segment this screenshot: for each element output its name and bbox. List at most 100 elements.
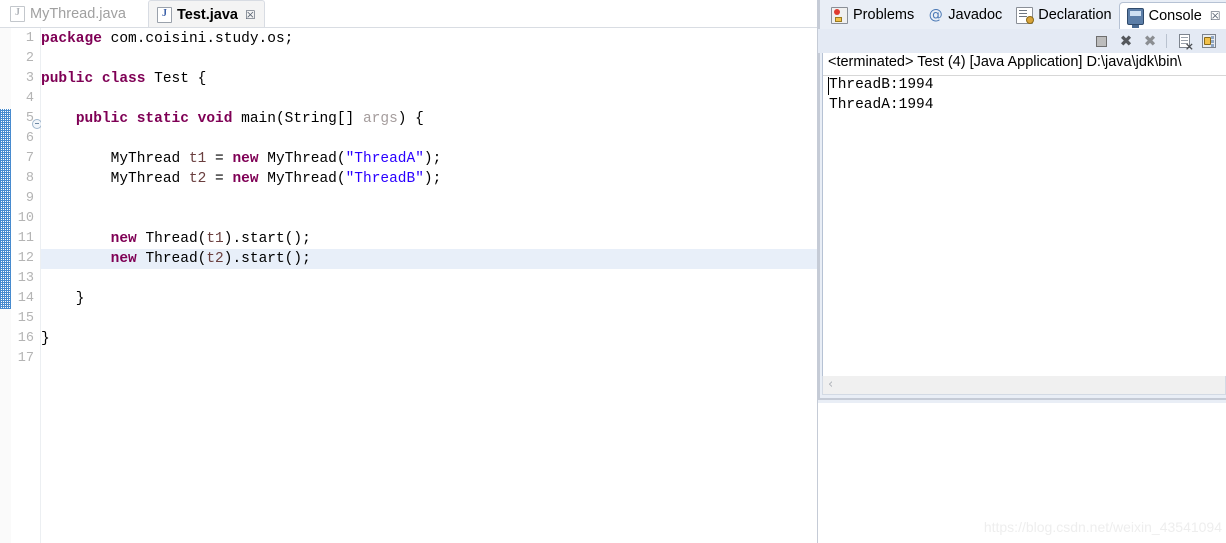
line-number: 10 <box>17 211 34 226</box>
console-bottom-edge <box>818 398 1226 400</box>
code-token: com.coisini.study.os; <box>110 31 294 47</box>
code-token: ).start(); <box>223 251 311 267</box>
code-token: ); <box>423 171 442 187</box>
editor-tab-test[interactable]: Test.java ☒ <box>148 0 265 29</box>
code-token: "ThreadA" <box>345 151 424 167</box>
console-view: Problems @ Javadoc Declaration Console ☒… <box>818 0 1226 403</box>
code-token: } <box>41 291 85 307</box>
line-number: 2 <box>25 51 34 66</box>
tab-label: Problems <box>853 7 915 23</box>
java-editor-area: MyThread.java Test.java ☒ 12345678910111… <box>0 0 818 543</box>
line-number: 14 <box>17 291 34 306</box>
code-token: t1 <box>188 151 207 167</box>
tab-console[interactable]: Console ☒ <box>1118 2 1226 29</box>
editor-tab-label: MyThread.java <box>30 6 126 22</box>
code-token: Test { <box>154 71 207 87</box>
tab-declaration[interactable]: Declaration <box>1009 2 1118 28</box>
code-token: MyThread( <box>267 171 346 187</box>
code-line: public class Test { <box>41 69 206 89</box>
remove-launch-icon: ✖ <box>1119 32 1133 50</box>
line-number: 3 <box>25 71 34 86</box>
code-line: package com.coisini.study.os; <box>41 29 293 49</box>
code-token: t2 <box>206 251 224 267</box>
line-number: 9 <box>25 191 34 206</box>
editor-tab-bar: MyThread.java Test.java ☒ <box>0 0 818 29</box>
console-left-edge <box>818 0 820 400</box>
code-token: new <box>110 251 146 267</box>
line-number: 8 <box>25 171 34 186</box>
code-token: "ThreadB" <box>345 171 424 187</box>
problems-icon <box>831 6 848 24</box>
line-number: 13 <box>17 271 34 286</box>
line-number: 4 <box>25 91 34 106</box>
declaration-icon <box>1016 6 1035 24</box>
terminate-icon <box>1096 36 1107 47</box>
code-line: new Thread(t1).start(); <box>41 229 311 249</box>
java-file-icon <box>10 5 25 22</box>
console-icon <box>1126 8 1144 28</box>
scroll-lock-icon <box>1202 34 1216 48</box>
code-token: new <box>232 171 268 187</box>
clear-console-icon <box>1179 34 1194 53</box>
code-token: public class <box>41 71 155 87</box>
console-output-area[interactable]: <terminated> Test (4) [Java Application]… <box>822 53 1226 383</box>
console-header-divider <box>823 75 1226 76</box>
code-line: } <box>41 329 50 349</box>
code-token: new <box>110 231 146 247</box>
terminate-button[interactable] <box>1092 32 1112 50</box>
code-token: } <box>41 331 50 347</box>
scroll-lock-button[interactable] <box>1199 32 1219 50</box>
code-token: package <box>41 31 111 47</box>
code-token: public static void <box>75 111 242 127</box>
code-token: MyThread <box>41 171 189 187</box>
line-number: 11 <box>17 231 34 246</box>
console-output-line: ThreadB:1994 <box>829 77 934 93</box>
code-token: main(String[] <box>241 111 363 127</box>
close-icon[interactable]: ☒ <box>1210 9 1221 23</box>
scroll-left-icon[interactable]: ‹ <box>828 378 833 392</box>
code-token: MyThread( <box>267 151 346 167</box>
code-line: public static void main(String[] args) { <box>41 109 424 129</box>
code-line: } <box>41 289 85 309</box>
line-number-gutter: 1 2 3 4 5 6 7 8 9 10 11 12 13 14 15 16 17 <box>11 28 41 543</box>
console-process-header: <terminated> Test (4) [Java Application]… <box>828 54 1182 70</box>
code-token: = <box>206 151 233 167</box>
clear-console-button[interactable] <box>1175 32 1195 53</box>
code-line: MyThread t1 = new MyThread("ThreadA"); <box>41 149 442 169</box>
tab-label: Console <box>1148 8 1202 24</box>
line-number: 16 <box>17 331 34 346</box>
editor-tab-label: Test.java <box>177 6 238 23</box>
watermark-text: https://blog.csdn.net/weixin_43541094 <box>983 519 1222 535</box>
line-number: 12 <box>17 251 34 266</box>
code-token: MyThread <box>41 151 189 167</box>
code-token: ); <box>423 151 442 167</box>
close-icon[interactable]: ☒ <box>245 9 256 21</box>
toolbar-separator <box>1166 34 1167 48</box>
code-token: ) { <box>397 111 424 127</box>
java-file-icon <box>157 6 172 23</box>
code-line: new Thread(t2).start(); <box>41 249 311 269</box>
tab-problems[interactable]: Problems <box>824 2 921 28</box>
console-toolbar: ✖ ✖ <box>818 29 1226 53</box>
line-number: 7 <box>25 151 34 166</box>
line-number: 17 <box>17 351 34 366</box>
code-token: args <box>362 111 398 127</box>
code-token: ).start(); <box>223 231 311 247</box>
remove-all-launches-button[interactable]: ✖ <box>1140 32 1160 50</box>
javadoc-icon: @ <box>928 6 943 23</box>
code-token: = <box>206 171 233 187</box>
editor-tab-mythread[interactable]: MyThread.java <box>2 0 134 28</box>
code-token: Thread( <box>145 231 207 247</box>
tab-javadoc[interactable]: @ Javadoc <box>921 2 1009 28</box>
line-number: 15 <box>17 311 34 326</box>
remove-launch-button[interactable]: ✖ <box>1116 32 1136 50</box>
code-canvas[interactable]: package com.coisini.study.os; public clas… <box>41 28 818 543</box>
code-line: MyThread t2 = new MyThread("ThreadB"); <box>41 169 442 189</box>
console-output-line: ThreadA:1994 <box>829 97 934 113</box>
console-horizontal-scrollbar[interactable]: ‹ <box>822 376 1226 395</box>
code-token: new <box>232 151 268 167</box>
tab-label: Javadoc <box>948 7 1003 23</box>
remove-all-launches-icon: ✖ <box>1143 32 1157 50</box>
